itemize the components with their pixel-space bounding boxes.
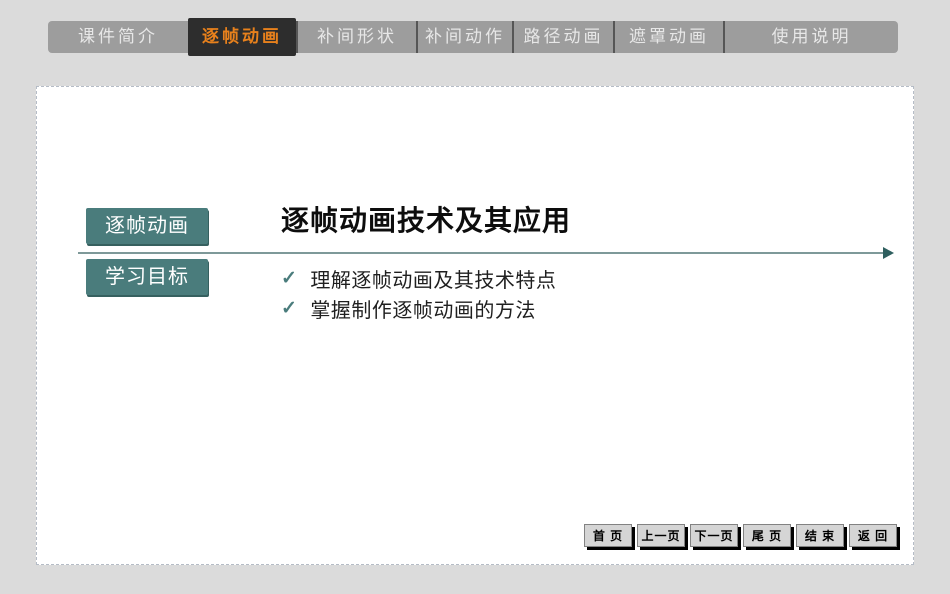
tab-course-intro[interactable]: 课件简介	[48, 21, 188, 53]
tab-shape-tween[interactable]: 补间形状	[296, 21, 416, 53]
objective-text: 理解逐帧动画及其技术特点	[310, 269, 557, 292]
nav-next-page-button[interactable]: 下一页	[690, 524, 738, 547]
check-icon: ✓	[281, 267, 298, 289]
objective-item: ✓ 理解逐帧动画及其技术特点	[281, 263, 556, 293]
section-label: 逐帧动画	[86, 208, 208, 244]
tab-instructions[interactable]: 使用说明	[723, 21, 898, 53]
objective-list: ✓ 理解逐帧动画及其技术特点 ✓ 掌握制作逐帧动画的方法	[281, 263, 556, 323]
tab-frame-by-frame-animation[interactable]: 逐帧动画	[188, 18, 296, 56]
courseware-window: 课件简介 逐帧动画 补间形状 补间动作 路径动画 遮罩动画 使用说明 逐帧动画 …	[0, 0, 950, 594]
nav-previous-page-button[interactable]: 上一页	[637, 524, 685, 547]
arrow-right-icon	[883, 247, 894, 259]
slide-title: 逐帧动画技术及其应用	[281, 205, 572, 236]
nav-end-button[interactable]: 结 束	[796, 524, 844, 547]
objective-text: 掌握制作逐帧动画的方法	[310, 299, 536, 322]
page-nav: 首 页 上一页 下一页 尾 页 结 束 返 回	[584, 524, 897, 547]
objectives-label: 学习目标	[86, 259, 208, 295]
nav-return-button[interactable]: 返 回	[849, 524, 897, 547]
objective-item: ✓ 掌握制作逐帧动画的方法	[281, 293, 556, 323]
tab-path-animation[interactable]: 路径动画	[512, 21, 613, 53]
title-underline	[78, 247, 894, 259]
nav-first-page-button[interactable]: 首 页	[584, 524, 632, 547]
slide-panel: 逐帧动画 逐帧动画技术及其应用 学习目标 ✓ 理解逐帧动画及其技术特点 ✓ 掌握…	[36, 86, 914, 565]
tab-bar: 课件简介 逐帧动画 补间形状 补间动作 路径动画 遮罩动画 使用说明	[48, 18, 898, 56]
check-icon: ✓	[281, 297, 298, 319]
tab-motion-tween[interactable]: 补间动作	[416, 21, 512, 53]
tab-mask-animation[interactable]: 遮罩动画	[613, 21, 723, 53]
nav-last-page-button[interactable]: 尾 页	[743, 524, 791, 547]
